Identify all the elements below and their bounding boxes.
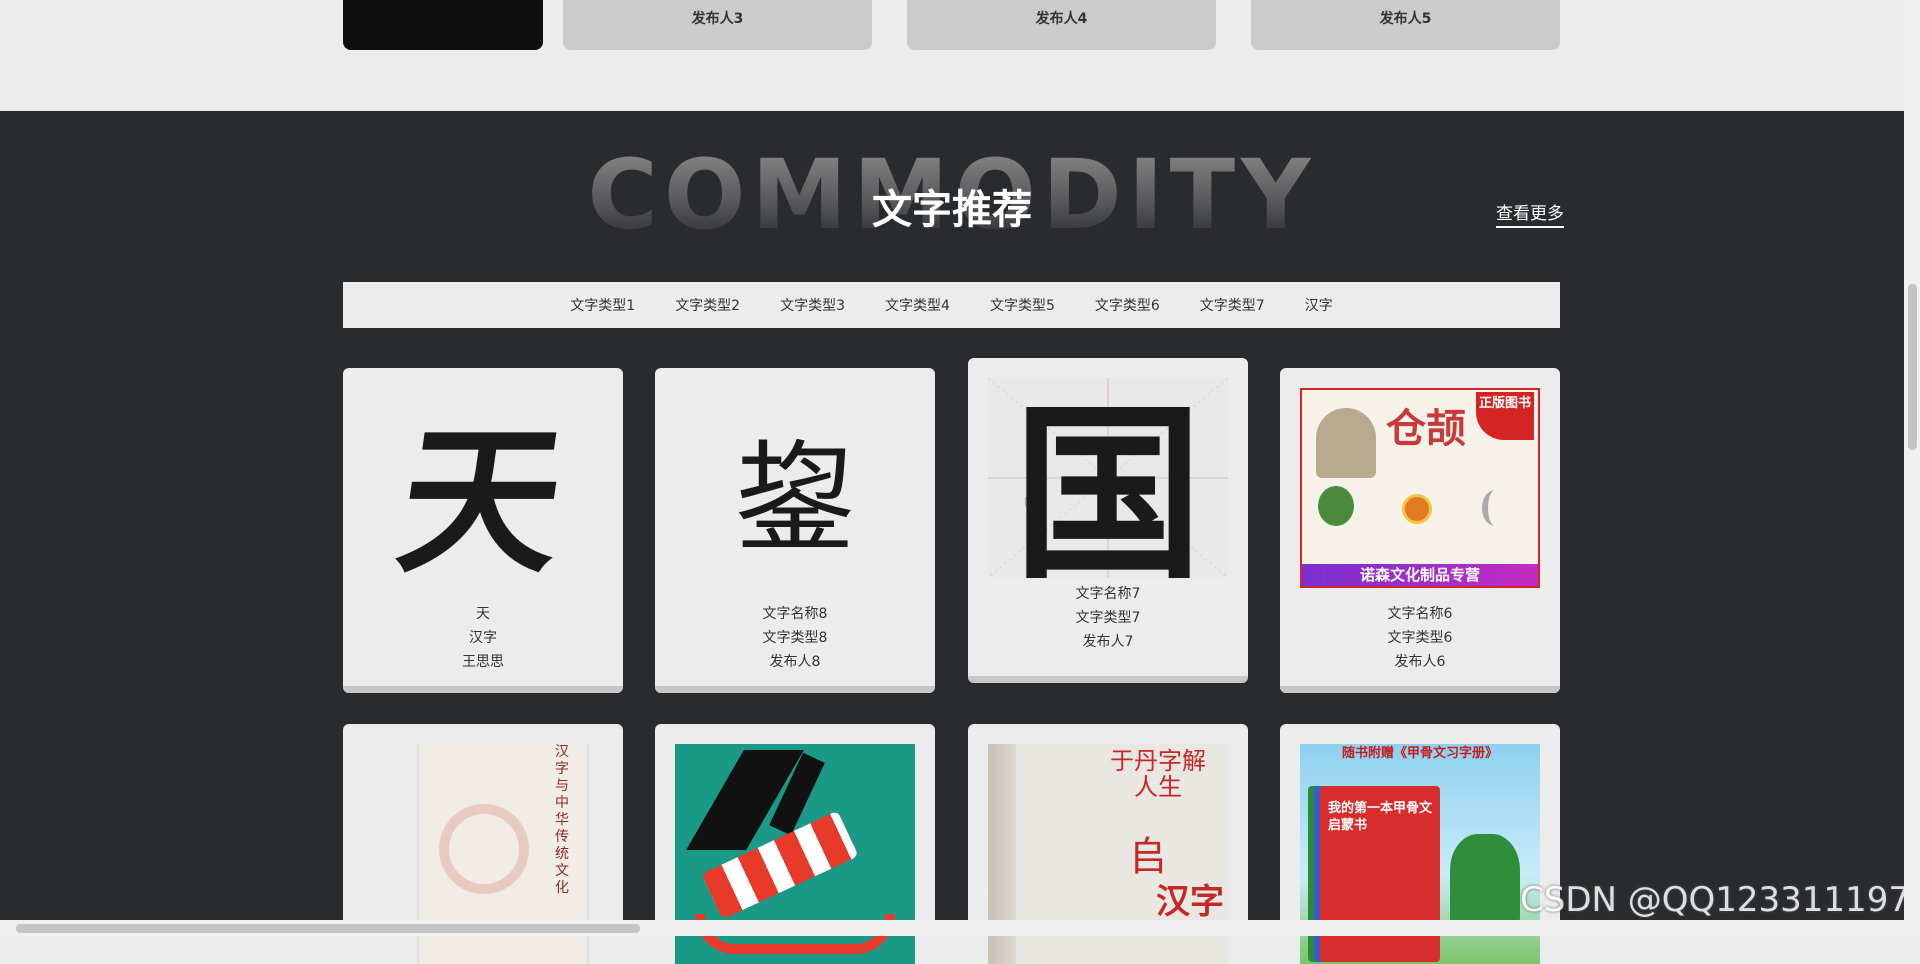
character-publisher: 发布人6 (1394, 654, 1446, 670)
moon-illustration (1482, 490, 1508, 526)
character-name: 文字名称8 (762, 606, 828, 622)
publisher-section: 发布人3 发布人4 发布人5 (0, 0, 1904, 111)
publisher-name: 发布人4 (1035, 11, 1088, 27)
publisher-name: 发布人3 (691, 11, 744, 27)
character-publisher: 发布人8 (769, 654, 821, 670)
card-shadow (655, 686, 935, 693)
publisher-card-dark[interactable] (343, 0, 543, 50)
character-image: 国 ☝ (988, 378, 1228, 578)
card-info: 文字名称7 文字类型7 发布人7 (968, 582, 1248, 654)
tab-hanzi[interactable]: 汉字 (1285, 295, 1353, 315)
brush-circle-illustration (439, 804, 529, 894)
character-name: 文字名称6 (1387, 606, 1453, 622)
hand-cursor-icon: ☝ (1024, 488, 1038, 513)
character-name: 天 (476, 606, 490, 622)
product-card[interactable]: 鋆 文字名称8 文字类型8 发布人8 (655, 368, 935, 693)
view-more-link[interactable]: 查看更多 (1496, 199, 1564, 228)
character-image: 天 (387, 407, 575, 588)
tree-illustration (1318, 486, 1354, 526)
card-info: 文字名称6 文字类型6 发布人6 (1280, 602, 1560, 674)
publisher-card[interactable]: 发布人5 (1251, 0, 1560, 50)
card-shadow (1280, 686, 1560, 693)
product-card-hovered[interactable]: 国 ☝ 文字名称7 文字类型7 发布人7 (968, 358, 1248, 683)
horizontal-scrollbar[interactable] (0, 920, 1904, 936)
recommendation-section: COMMODITY 文字推荐 查看更多 文字类型1 文字类型2 文字类型3 文字… (0, 111, 1904, 964)
sun-illustration (1402, 494, 1432, 524)
tab-type-7[interactable]: 文字类型7 (1180, 295, 1285, 315)
book-cover-image: 仓颉 正版图书 诺森文化制品专营 (1300, 388, 1540, 588)
character-type: 文字类型6 (1387, 630, 1453, 646)
figure-illustration (1316, 408, 1376, 478)
vertical-scroll-thumb[interactable] (1908, 284, 1917, 450)
character-name: 文字名称7 (1075, 586, 1141, 602)
section-title: 文字推荐 (872, 187, 1032, 233)
card-info: 天 汉字 王思思 (343, 602, 623, 674)
tab-type-4[interactable]: 文字类型4 (865, 295, 970, 315)
card-shadow (343, 686, 623, 693)
publisher-card[interactable]: 发布人3 (563, 0, 872, 50)
type-tab-bar: 文字类型1 文字类型2 文字类型3 文字类型4 文字类型5 文字类型6 文字类型… (343, 282, 1560, 328)
tree-illustration (1450, 834, 1520, 924)
character-publisher: 发布人7 (1082, 634, 1134, 650)
card-shadow (968, 676, 1248, 683)
vertical-scrollbar[interactable] (1904, 0, 1920, 936)
character-image: 鋆 (735, 430, 855, 569)
tab-type-6[interactable]: 文字类型6 (1075, 295, 1180, 315)
product-card[interactable]: 天 天 汉字 王思思 (343, 368, 623, 693)
character-type: 文字类型7 (1075, 610, 1141, 626)
character-type: 文字类型8 (762, 630, 828, 646)
product-card[interactable]: 仓颉 正版图书 诺森文化制品专营 文字名称6 文字类型6 发布人6 (1280, 368, 1560, 693)
character-publisher: 王思思 (462, 654, 504, 670)
horizontal-scroll-thumb[interactable] (16, 924, 640, 933)
character-type: 汉字 (469, 630, 497, 646)
tab-type-5[interactable]: 文字类型5 (970, 295, 1075, 315)
watermark-text: CSDN @QQ123311197 (1520, 880, 1910, 920)
publisher-card[interactable]: 发布人4 (907, 0, 1216, 50)
tab-type-3[interactable]: 文字类型3 (760, 295, 865, 315)
tab-type-1[interactable]: 文字类型1 (550, 295, 655, 315)
tab-type-2[interactable]: 文字类型2 (655, 295, 760, 315)
publisher-name: 发布人5 (1379, 11, 1432, 27)
card-info: 文字名称8 文字类型8 发布人8 (655, 602, 935, 674)
